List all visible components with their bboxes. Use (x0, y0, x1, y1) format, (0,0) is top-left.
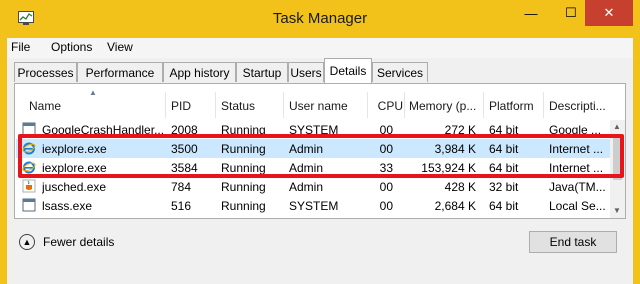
process-row[interactable]: jusched.exe 784 Running Admin 00 428 K 3… (16, 177, 610, 196)
process-pid: 516 (171, 199, 192, 213)
process-pid: 3500 (171, 142, 198, 156)
tab-strip: Processes Performance App history Startu… (7, 58, 633, 84)
menu-options[interactable]: Options (51, 40, 92, 54)
sort-ascending-icon: ▲ (89, 88, 97, 97)
process-row[interactable]: iexplore.exe 3584 Running Admin 33 153,9… (16, 158, 610, 177)
column-divider[interactable] (543, 92, 544, 118)
process-description: Internet ... (549, 161, 604, 175)
chevron-up-icon[interactable]: ▲ (19, 234, 35, 250)
process-pid: 784 (171, 180, 192, 194)
process-platform: 32 bit (489, 180, 519, 194)
title-bar: Task Manager — ☐ ✕ (7, 0, 633, 38)
process-description: Internet ... (549, 142, 604, 156)
tab-processes[interactable]: Processes (14, 62, 77, 82)
internet-explorer-icon (22, 142, 36, 155)
process-memory: 272 K (444, 123, 476, 137)
process-name: iexplore.exe (42, 142, 107, 156)
tab-details[interactable]: Details (324, 58, 372, 83)
process-description: Local Se... (549, 199, 606, 213)
minimize-button[interactable]: — (511, 0, 551, 26)
process-memory: 3,984 K (434, 142, 476, 156)
java-icon (22, 179, 36, 193)
process-platform: 64 bit (489, 123, 519, 137)
end-task-button[interactable]: End task (529, 231, 617, 253)
tab-services[interactable]: Services (372, 62, 428, 82)
internet-explorer-icon (22, 161, 36, 174)
process-cpu: 00 (379, 180, 393, 194)
process-memory: 153,924 K (421, 161, 476, 175)
column-name[interactable]: Name (29, 99, 149, 113)
scrollbar-thumb[interactable] (613, 134, 622, 180)
footer-bar: ▲ Fewer details End task (7, 219, 633, 284)
tab-performance[interactable]: Performance (77, 62, 163, 82)
process-row-selected[interactable]: iexplore.exe 3500 Running Admin 00 3,984… (16, 139, 610, 158)
process-name: lsass.exe (42, 199, 93, 213)
process-cpu: 00 (379, 123, 393, 137)
fewer-details-label[interactable]: Fewer details (43, 235, 114, 249)
column-divider[interactable] (215, 92, 216, 118)
task-manager-window: Task Manager — ☐ ✕ File Options View Pro… (0, 0, 640, 284)
tab-users[interactable]: Users (288, 62, 324, 82)
process-cpu: 33 (379, 161, 393, 175)
process-cpu: 00 (379, 142, 393, 156)
process-platform: 64 bit (489, 161, 519, 175)
generic-app-icon (22, 122, 36, 136)
column-divider[interactable] (404, 92, 405, 118)
scroll-down-icon[interactable]: ▼ (613, 206, 621, 215)
column-divider[interactable] (283, 92, 284, 118)
fewer-details-toggle[interactable]: ▲ Fewer details (19, 232, 114, 252)
process-status: Running (221, 142, 266, 156)
process-name: iexplore.exe (42, 161, 107, 175)
process-status: Running (221, 180, 266, 194)
process-row[interactable]: GoogleCrashHandler... 2008 Running SYSTE… (16, 120, 610, 139)
column-cpu[interactable]: CPU (373, 99, 403, 113)
column-memory[interactable]: Memory (p... (409, 99, 481, 113)
tab-startup[interactable]: Startup (236, 62, 288, 82)
column-divider[interactable] (483, 92, 484, 118)
generic-app-icon (22, 198, 36, 212)
process-name: jusched.exe (42, 180, 107, 194)
column-platform[interactable]: Platform (489, 99, 541, 113)
process-status: Running (221, 161, 266, 175)
process-user: SYSTEM (289, 123, 339, 137)
process-status: Running (221, 123, 266, 137)
column-status[interactable]: Status (221, 99, 281, 113)
vertical-scrollbar[interactable]: ▲ ▼ (610, 120, 625, 218)
column-description[interactable]: Descripti... (549, 99, 609, 113)
process-pid: 2008 (171, 123, 198, 137)
process-platform: 64 bit (489, 199, 519, 213)
process-description: Java(TM... (549, 180, 606, 194)
details-panel: ▲ Name PID Status User name CPU Memory (… (14, 83, 626, 219)
process-user: Admin (289, 180, 324, 194)
column-divider[interactable] (367, 92, 368, 118)
menu-file[interactable]: File (11, 40, 30, 54)
process-name: GoogleCrashHandler... (42, 123, 164, 137)
process-platform: 64 bit (489, 142, 519, 156)
menu-bar: File Options View (7, 38, 633, 58)
column-header: ▲ Name PID Status User name CPU Memory (… (15, 84, 610, 120)
process-memory: 428 K (444, 180, 476, 194)
column-user-name[interactable]: User name (289, 99, 365, 113)
process-memory: 2,684 K (434, 199, 476, 213)
column-pid[interactable]: PID (171, 99, 211, 113)
process-user: Admin (289, 161, 324, 175)
process-description: Google ... (549, 123, 602, 137)
process-pid: 3584 (171, 161, 198, 175)
close-button[interactable]: ✕ (585, 0, 633, 26)
process-status: Running (221, 199, 266, 213)
process-row[interactable]: lsass.exe 516 Running SYSTEM 00 2,684 K … (16, 196, 610, 215)
process-user: SYSTEM (289, 199, 339, 213)
process-user: Admin (289, 142, 324, 156)
scroll-up-icon[interactable]: ▲ (613, 122, 621, 131)
column-divider[interactable] (165, 92, 166, 118)
tab-app-history[interactable]: App history (163, 62, 236, 82)
menu-view[interactable]: View (107, 40, 133, 54)
process-cpu: 00 (379, 199, 393, 213)
